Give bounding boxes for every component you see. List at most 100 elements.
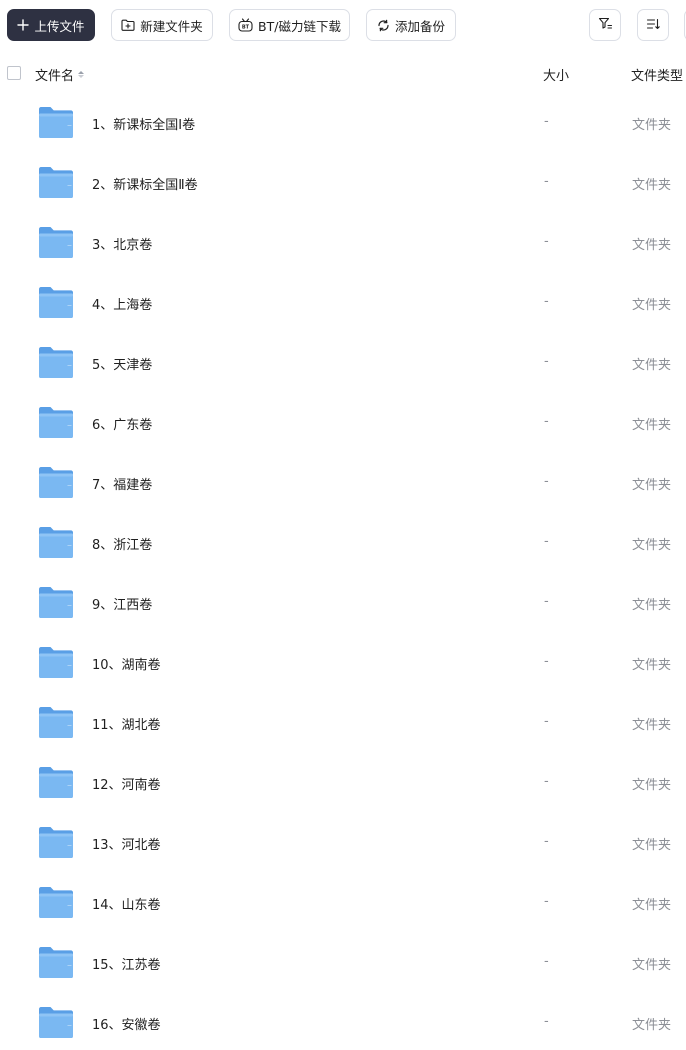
table-row[interactable]: 1、新课标全国Ⅰ卷 - 文件夹 [0, 93, 686, 153]
file-name[interactable]: 14、山东卷 [92, 894, 161, 913]
sync-icon [377, 19, 390, 32]
sort-icon [646, 17, 661, 34]
file-size: - [544, 894, 549, 909]
file-size: - [544, 834, 549, 849]
file-size: - [544, 534, 549, 549]
bt-magnet-download-button[interactable]: BT BT/磁力链下载 [229, 9, 350, 41]
filter-button[interactable] [589, 9, 621, 41]
folder-icon [38, 346, 74, 379]
add-backup-button[interactable]: 添加备份 [366, 9, 456, 41]
file-name[interactable]: 8、浙江卷 [92, 534, 152, 553]
file-size: - [544, 294, 549, 309]
file-type: 文件夹 [632, 598, 672, 613]
table-row[interactable]: 7、福建卷 - 文件夹 [0, 453, 686, 513]
folder-icon [38, 706, 74, 739]
table-row[interactable]: 15、江苏卷 - 文件夹 [0, 933, 686, 993]
file-name[interactable]: 7、福建卷 [92, 474, 152, 493]
sort-caret-icon [78, 71, 85, 78]
table-row[interactable]: 3、北京卷 - 文件夹 [0, 213, 686, 273]
select-all-checkbox[interactable] [7, 66, 21, 80]
folder-icon [38, 466, 74, 499]
file-name[interactable]: 2、新课标全国Ⅱ卷 [92, 174, 198, 193]
table-row[interactable]: 11、湖北卷 - 文件夹 [0, 693, 686, 753]
add-backup-label: 添加备份 [394, 18, 445, 34]
file-type: 文件夹 [632, 898, 672, 913]
file-type: 文件夹 [632, 478, 672, 493]
file-manager: 上传文件 新建文件夹 BT BT/磁力链下载 添加备份 文件名 大小 文件类型 … [0, 0, 686, 1050]
file-type: 文件夹 [632, 658, 672, 673]
file-list: 1、新课标全国Ⅰ卷 - 文件夹 2、新课标全国Ⅱ卷 - 文件夹 3、北京卷 - 文件夹 4、上海卷… [0, 93, 686, 1050]
folder-icon [38, 766, 74, 799]
bt-icon: BT [238, 18, 253, 32]
file-type: 文件夹 [632, 358, 672, 373]
table-row[interactable]: 14、山东卷 - 文件夹 [0, 873, 686, 933]
new-folder-icon [121, 19, 135, 31]
folder-icon [38, 946, 74, 979]
table-row[interactable]: 10、湖南卷 - 文件夹 [0, 633, 686, 693]
table-row[interactable]: 5、天津卷 - 文件夹 [0, 333, 686, 393]
file-name[interactable]: 12、河南卷 [92, 774, 161, 793]
file-size: - [544, 654, 549, 669]
file-name[interactable]: 1、新课标全国Ⅰ卷 [92, 114, 195, 133]
file-name[interactable]: 9、江西卷 [92, 594, 152, 613]
table-row[interactable]: 4、上海卷 - 文件夹 [0, 273, 686, 333]
file-type: 文件夹 [632, 418, 672, 433]
file-name[interactable]: 5、天津卷 [92, 354, 152, 373]
folder-icon [38, 646, 74, 679]
new-folder-button[interactable]: 新建文件夹 [111, 9, 213, 41]
folder-icon [38, 406, 74, 439]
file-size: - [544, 114, 549, 129]
file-type: 文件夹 [632, 838, 672, 853]
file-type: 文件夹 [632, 238, 672, 253]
new-folder-label: 新建文件夹 [140, 18, 203, 34]
upload-file-label: 上传文件 [34, 18, 85, 34]
column-header-size[interactable]: 大小 [543, 65, 569, 84]
table-row[interactable]: 12、河南卷 - 文件夹 [0, 753, 686, 813]
file-name[interactable]: 15、江苏卷 [92, 954, 161, 973]
file-size: - [544, 954, 549, 969]
file-name[interactable]: 10、湖南卷 [92, 654, 161, 673]
folder-icon [38, 286, 74, 319]
file-name[interactable]: 16、安徽卷 [92, 1014, 161, 1033]
sort-button[interactable] [637, 9, 669, 41]
file-size: - [544, 474, 549, 489]
file-name[interactable]: 11、湖北卷 [92, 714, 161, 733]
file-name[interactable]: 4、上海卷 [92, 294, 152, 313]
file-type: 文件夹 [632, 178, 672, 193]
file-name[interactable]: 13、河北卷 [92, 834, 161, 853]
file-size: - [544, 174, 549, 189]
file-type: 文件夹 [632, 118, 672, 133]
file-type: 文件夹 [632, 538, 672, 553]
table-row[interactable]: 16、安徽卷 - 文件夹 [0, 993, 686, 1050]
file-name[interactable]: 3、北京卷 [92, 234, 152, 253]
table-row[interactable]: 13、河北卷 - 文件夹 [0, 813, 686, 873]
file-name[interactable]: 6、广东卷 [92, 414, 152, 433]
table-row[interactable]: 8、浙江卷 - 文件夹 [0, 513, 686, 573]
svg-text:BT: BT [242, 25, 250, 31]
folder-icon [38, 526, 74, 559]
column-header-name[interactable]: 文件名 [35, 65, 85, 84]
column-header-name-label: 文件名 [35, 69, 75, 84]
file-size: - [544, 234, 549, 249]
file-type: 文件夹 [632, 1018, 672, 1033]
table-row[interactable]: 6、广东卷 - 文件夹 [0, 393, 686, 453]
folder-icon [38, 886, 74, 919]
folder-icon [38, 106, 74, 139]
table-row[interactable]: 9、江西卷 - 文件夹 [0, 573, 686, 633]
toolbar: 上传文件 新建文件夹 BT BT/磁力链下载 添加备份 [0, 0, 686, 50]
list-header: 文件名 大小 文件类型 [0, 50, 686, 96]
column-header-type[interactable]: 文件类型 [631, 65, 683, 84]
filter-icon [598, 16, 613, 34]
file-type: 文件夹 [632, 778, 672, 793]
folder-icon [38, 826, 74, 859]
folder-icon [38, 226, 74, 259]
plus-icon [17, 19, 30, 31]
bt-magnet-download-label: BT/磁力链下载 [258, 18, 341, 34]
folder-icon [38, 586, 74, 619]
table-row[interactable]: 2、新课标全国Ⅱ卷 - 文件夹 [0, 153, 686, 213]
upload-file-button[interactable]: 上传文件 [7, 9, 95, 41]
file-size: - [544, 354, 549, 369]
file-size: - [544, 594, 549, 609]
file-size: - [544, 714, 549, 729]
file-type: 文件夹 [632, 298, 672, 313]
